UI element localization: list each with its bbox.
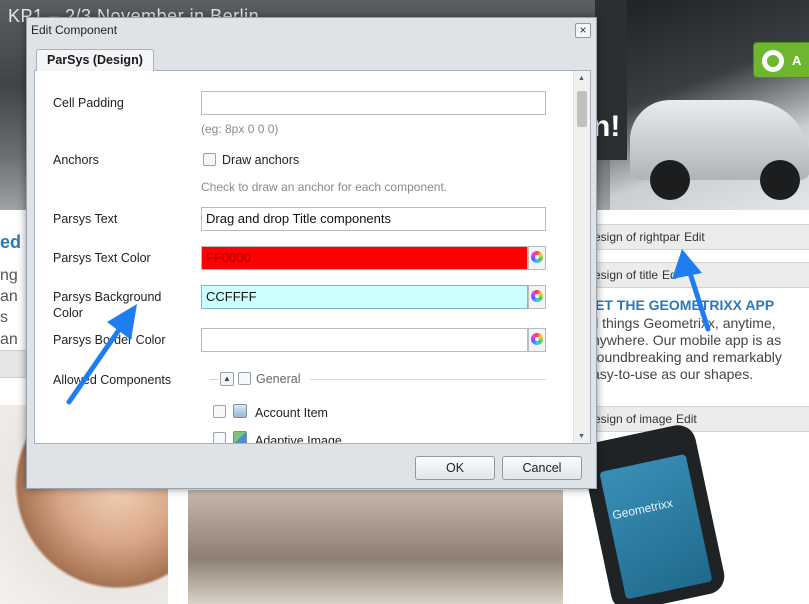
parsys-text-input[interactable]: Drag and drop Title components	[201, 207, 546, 231]
color-picker-icon[interactable]	[528, 285, 546, 309]
scroll-up-icon[interactable]: ▲	[578, 75, 585, 82]
general-group-label: General	[256, 372, 301, 386]
draw-anchors-checkbox[interactable]	[203, 153, 216, 166]
color-picker-icon[interactable]	[528, 328, 546, 352]
ok-button[interactable]: OK	[415, 456, 495, 480]
design-bar-label: esign of rightpar	[594, 230, 681, 244]
close-icon[interactable]: ×	[575, 23, 591, 38]
parsys-background-color-input[interactable]: CCFFFF	[201, 285, 528, 309]
tab-parsys-design[interactable]: ParSys (Design)	[36, 49, 154, 72]
dialog-title: Edit Component	[31, 23, 118, 37]
app-download-label: A	[792, 53, 802, 68]
design-bar-label: esign of image	[594, 412, 673, 426]
collapse-up-icon[interactable]: ▲	[220, 372, 234, 386]
color-picker-icon[interactable]	[528, 246, 546, 270]
cell-padding-input[interactable]	[201, 91, 546, 115]
design-bar-label: esign of title	[594, 268, 659, 282]
left-heading-fragment: ed	[0, 232, 22, 252]
cell-padding-hint: (eg: 8px 0 0 0)	[201, 122, 279, 136]
tab-strip: ParSys (Design)	[34, 47, 591, 72]
component-label: Adaptive Image	[255, 434, 342, 444]
phone-screen: Geometrixx	[599, 453, 713, 600]
parsys-text-color-label: Parsys Text Color	[53, 251, 151, 265]
divider	[210, 379, 218, 380]
annotation-arrow-icon	[672, 249, 711, 332]
draw-anchors-label: Draw anchors	[222, 153, 300, 167]
component-checkbox[interactable]	[213, 432, 226, 443]
edit-component-dialog: Edit Component × ParSys (Design) Cell Pa…	[26, 17, 597, 489]
divider	[310, 379, 546, 380]
edit-link[interactable]: Edit	[676, 412, 697, 426]
lifebuoy-icon	[762, 50, 784, 72]
component-icon	[233, 404, 247, 418]
component-label: Account Item	[255, 406, 328, 420]
parsys-text-color-input[interactable]: FF0000	[201, 246, 528, 270]
panel-scrollbar[interactable]: ▲ ▼	[573, 71, 590, 443]
annotation-arrow-icon	[66, 304, 137, 405]
anchors-label: Anchors	[53, 153, 99, 167]
car-wheel	[650, 160, 690, 200]
scroll-down-icon[interactable]: ▼	[578, 433, 585, 440]
phone-brand: Geometrixx	[611, 495, 675, 523]
edit-link[interactable]: Edit	[684, 230, 705, 244]
general-group-header: ▲ General	[210, 369, 548, 391]
design-bar-image: esign of image Edit	[580, 406, 809, 432]
anchors-hint: Check to draw an anchor for each compone…	[201, 180, 448, 194]
image-icon	[233, 431, 247, 443]
cancel-button[interactable]: Cancel	[502, 456, 582, 480]
scrollbar-thumb[interactable]	[577, 91, 587, 127]
parsys-border-color-input[interactable]	[201, 328, 528, 352]
parsys-text-label: Parsys Text	[53, 212, 118, 226]
lab-photo	[188, 490, 563, 604]
general-group-checkbox[interactable]	[238, 372, 251, 385]
app-download-button[interactable]: A	[753, 42, 809, 78]
component-checkbox[interactable]	[213, 405, 226, 418]
car-wheel	[760, 160, 800, 200]
cell-padding-label: Cell Padding	[53, 96, 124, 110]
